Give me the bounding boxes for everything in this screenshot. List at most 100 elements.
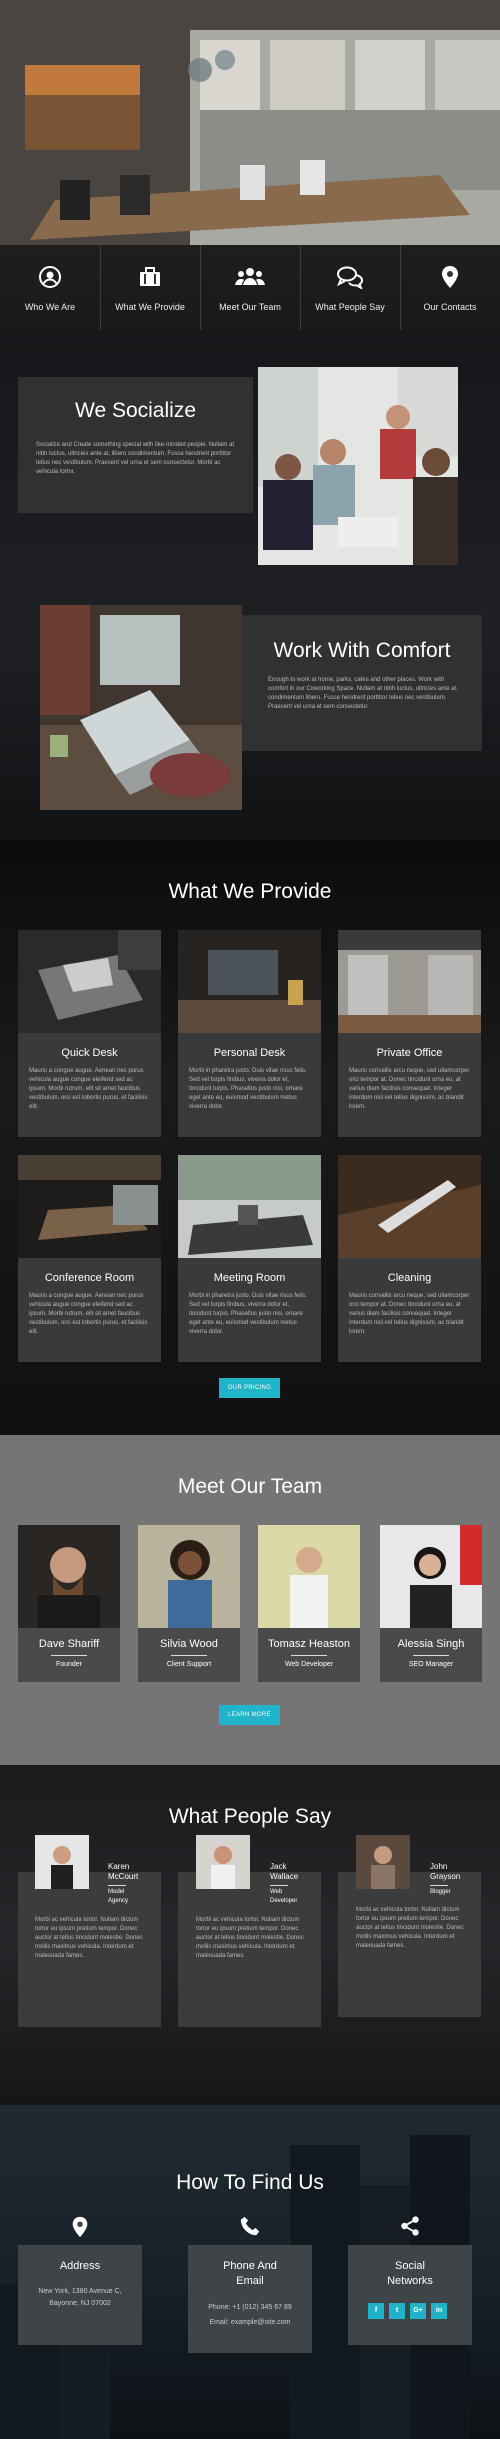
card-title: Quick Desk xyxy=(61,1047,118,1059)
about-section: We Socialize Socialize and Create someth… xyxy=(0,330,500,840)
google-plus-button[interactable]: G+ xyxy=(410,2303,426,2319)
users-icon xyxy=(235,268,265,285)
card-title: Private Office xyxy=(376,1047,443,1059)
member-photo xyxy=(258,1525,360,1628)
card-text: Mauris convallis arcu neque, sed ullamco… xyxy=(349,1068,470,1110)
nav-label: What We Provide xyxy=(115,302,185,312)
testimonial-name: Karen McCourt xyxy=(108,1862,139,1881)
team-section: Meet Our Team Dave Shariff Founder Silvi… xyxy=(0,1435,500,1765)
nav-who-we-are[interactable]: Who We Are xyxy=(0,245,100,330)
team-member-card: Dave Shariff Founder xyxy=(18,1525,120,1682)
email-address[interactable]: Email: example@site.com xyxy=(188,2317,312,2329)
personal-desk-photo xyxy=(178,930,321,1033)
twitter-button[interactable]: t xyxy=(389,2303,405,2319)
socialize-title: We Socialize xyxy=(75,399,196,422)
conference-room-photo xyxy=(18,1155,161,1258)
provide-card: Personal Desk Morbi in pharetra justo. D… xyxy=(178,930,321,1137)
provide-card: Quick Desk Mauris a congue augue. Aenean… xyxy=(18,930,161,1137)
provide-card: Private Office Mauris convallis arcu neq… xyxy=(338,930,481,1137)
name-divider xyxy=(291,1655,327,1656)
card-title: Conference Room xyxy=(44,1272,135,1284)
provide-title: What We Provide xyxy=(168,880,332,903)
comfort-text: Enough to work at home, parks, cafes and… xyxy=(268,677,458,710)
member-photo xyxy=(18,1525,120,1628)
comfort-box: Work With Comfort Enough to work at home… xyxy=(242,615,482,751)
card-text: Morbi in pharetra justo. Duis vitae risu… xyxy=(189,1293,307,1335)
team-title: Meet Our Team xyxy=(177,1475,323,1498)
facebook-button[interactable]: f xyxy=(368,2303,384,2319)
testimonials-section: What People Say Karen McCourt Model Agency… xyxy=(0,1765,500,2105)
address-line: Bayonne, NJ 07002 xyxy=(49,2300,111,2307)
testimonial-role: Model Agency xyxy=(108,1889,129,1904)
card-title: Cleaning xyxy=(387,1272,432,1284)
quick-desk-photo xyxy=(18,930,161,1033)
testimonial-quote: Morbi ac vehicula tortor. Nullam dictum … xyxy=(196,1917,304,1959)
name-divider xyxy=(430,1885,448,1886)
nav-label: What People Say xyxy=(315,302,385,312)
nav-what-people-say[interactable]: What People Say xyxy=(300,245,400,330)
hero-office-photo xyxy=(0,0,500,245)
member-name: Alessia Singh xyxy=(397,1638,465,1650)
testimonial-avatar xyxy=(196,1835,250,1889)
nav-our-contacts[interactable]: Our Contacts xyxy=(400,245,500,330)
socialize-text: Socialize and Create something special w… xyxy=(36,442,235,475)
nav-label: Our Contacts xyxy=(423,302,477,312)
testimonial-quote: Morbi ac vehicula tortor. Nullam dictum … xyxy=(356,1907,464,1949)
nav-label: Meet Our Team xyxy=(219,302,281,312)
testimonials-title: What People Say xyxy=(168,1805,332,1828)
team-member-card: Tomasz Heaston Web Developer xyxy=(258,1525,360,1682)
member-name: Dave Shariff xyxy=(38,1638,100,1650)
member-name: Silvia Wood xyxy=(160,1638,218,1650)
member-name: Tomasz Heaston xyxy=(268,1638,350,1650)
share-icon xyxy=(401,2216,419,2236)
member-role: SEO Manager xyxy=(408,1661,454,1668)
name-divider xyxy=(413,1655,449,1656)
phone-email-title: Phone And Email xyxy=(223,2260,277,2287)
address-title: Address xyxy=(59,2260,101,2272)
phone-icon xyxy=(240,2216,260,2236)
provide-card: Meeting Room Morbi in pharetra justo. Du… xyxy=(178,1155,321,1362)
socialize-photo xyxy=(258,367,458,565)
team-member-card: Silvia Wood Client Support xyxy=(138,1525,240,1682)
member-photo xyxy=(380,1525,482,1628)
name-divider xyxy=(270,1885,288,1886)
contact-title: How To Find Us xyxy=(176,2171,324,2194)
user-icon xyxy=(39,266,61,288)
meeting-room-photo xyxy=(178,1155,321,1258)
address-card: Address New York, 1380 Avenue C, Bayonne… xyxy=(18,2216,142,2345)
private-office-photo xyxy=(338,930,481,1033)
testimonial-card: Karen McCourt Model Agency Morbi ac vehicu… xyxy=(18,1835,161,2027)
briefcase-icon xyxy=(140,267,160,286)
card-title: Personal Desk xyxy=(213,1047,286,1059)
name-divider xyxy=(171,1655,207,1656)
testimonial-card: John Grayson Blogger Morbi ac vehicula to… xyxy=(338,1835,481,2017)
testimonial-card: Jack Wallace Web Developer Morbi ac vehicu… xyxy=(178,1835,321,2027)
card-text: Mauris convallis arcu neque, sed ullamco… xyxy=(349,1293,470,1335)
linkedin-button[interactable]: in xyxy=(431,2303,447,2319)
member-role: Client Support xyxy=(166,1661,212,1668)
chat-icon xyxy=(337,266,364,289)
card-text: Mauris a congue augue. Aenean nec purus … xyxy=(29,1293,148,1335)
name-divider xyxy=(51,1655,87,1656)
card-title: Meeting Room xyxy=(213,1272,286,1284)
testimonial-role: Blogger xyxy=(430,1889,451,1895)
learn-more-button[interactable]: LEARN MORE xyxy=(219,1705,280,1725)
testimonial-quote: Morbi ac vehicula tortor. Nullam dictum … xyxy=(35,1917,143,1959)
testimonial-role: Web Developer xyxy=(270,1889,298,1904)
testimonial-name: Jack Wallace xyxy=(270,1862,299,1881)
cleaning-photo xyxy=(338,1155,481,1258)
nav-label: Who We Are xyxy=(24,302,76,312)
nav-what-we-provide[interactable]: What We Provide xyxy=(100,245,200,330)
provide-section: What We Provide Quick Desk Mauris a cong… xyxy=(0,840,500,1435)
comfort-title: Work With Comfort xyxy=(273,639,451,662)
testimonial-avatar xyxy=(35,1835,89,1889)
phone-number[interactable]: Phone: +1 (012) 345 67 89 xyxy=(188,2302,312,2314)
member-role: Web Developer xyxy=(284,1661,334,1668)
hero-nav: Who We Are What We Provide Meet Our Team… xyxy=(0,245,500,330)
our-pricing-button[interactable]: OUR PRICING xyxy=(219,1378,280,1398)
socialize-box: We Socialize Socialize and Create someth… xyxy=(18,377,253,513)
nav-meet-our-team[interactable]: Meet Our Team xyxy=(200,245,300,330)
testimonial-name: John Grayson xyxy=(430,1862,461,1881)
testimonial-avatar xyxy=(356,1835,410,1889)
phone-email-card: Phone And Email Phone: +1 (012) 345 67 89… xyxy=(188,2216,312,2353)
